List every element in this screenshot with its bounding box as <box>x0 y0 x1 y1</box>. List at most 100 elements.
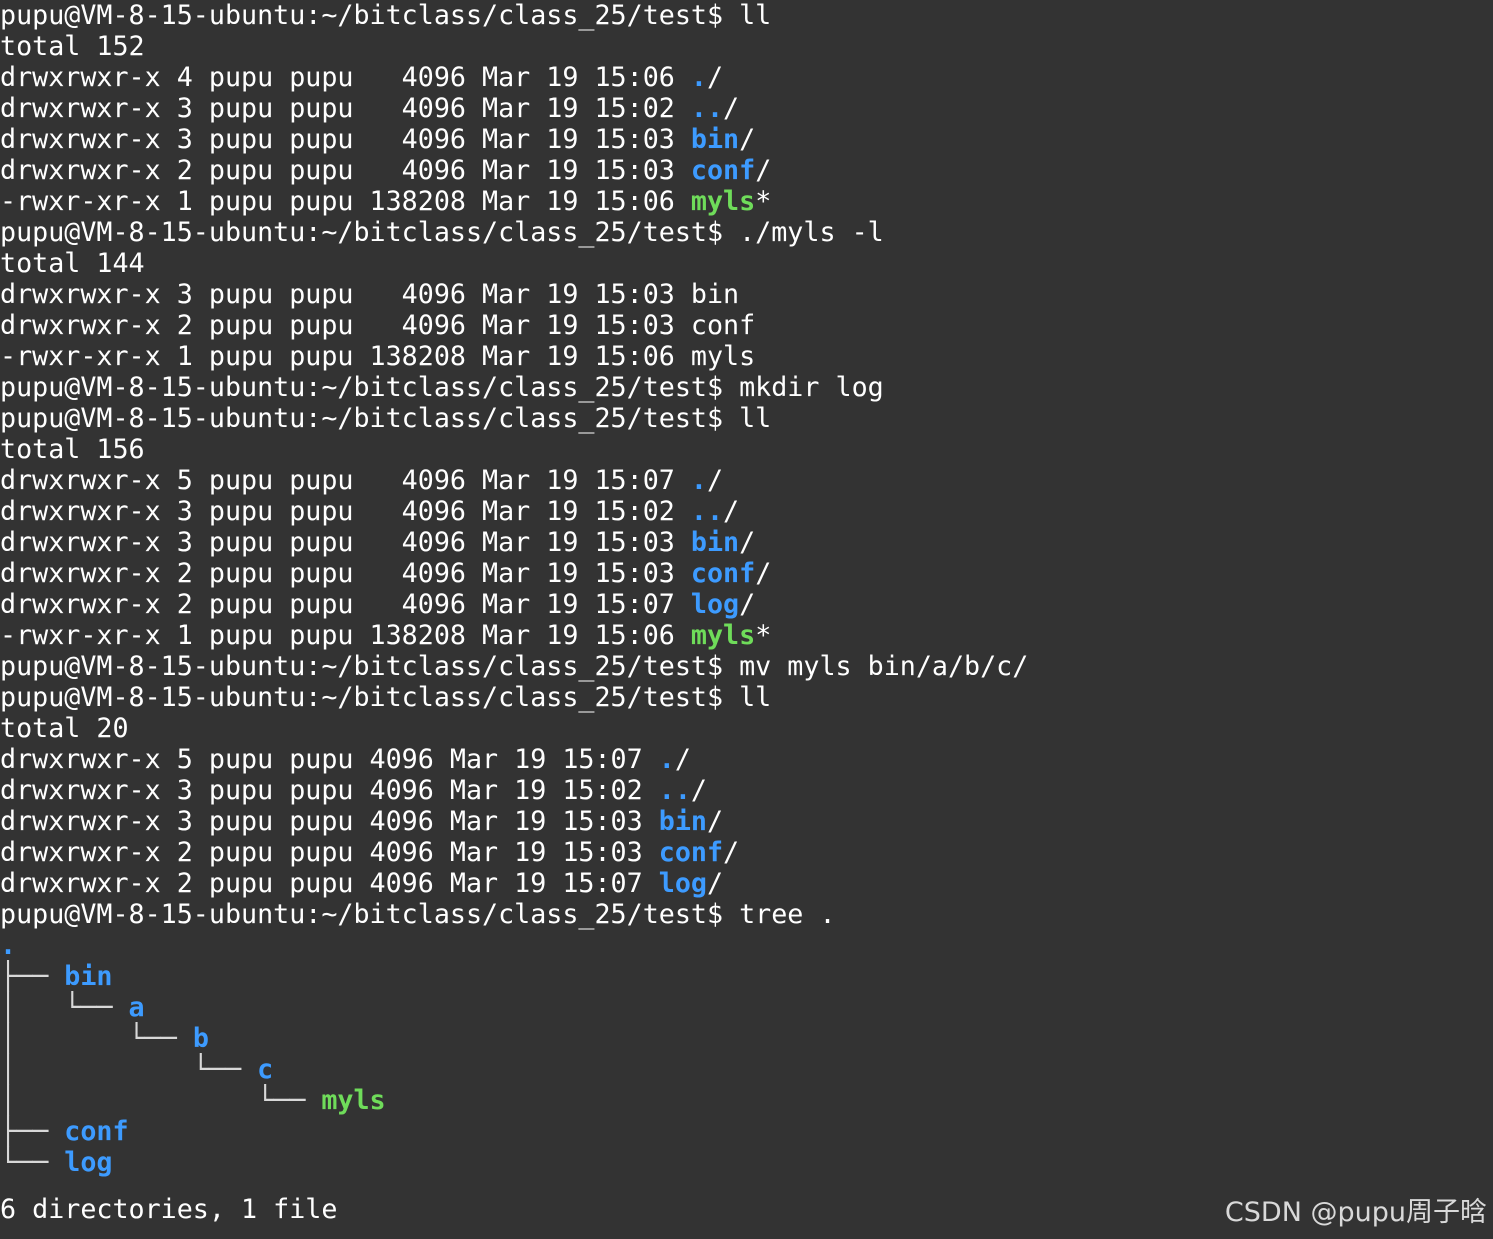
entry-suffix: * <box>755 186 772 217</box>
output-line: drwxrwxr-x 2 pupu pupu 4096 Mar 19 15:03… <box>0 310 1493 341</box>
tree-branch: │ └── <box>0 1023 193 1054</box>
entry-metadata: drwxrwxr-x 2 pupu pupu 4096 Mar 19 15:03 <box>0 837 659 868</box>
tree-branch: ├── <box>0 1116 65 1147</box>
executable-name: myls <box>690 186 756 217</box>
terminal-window[interactable]: pupu@VM-8-15-ubuntu:~/bitclass/class_25/… <box>0 0 1493 1239</box>
entry-suffix: / <box>739 589 756 620</box>
shell-prompt: pupu@VM-8-15-ubuntu:~/bitclass/class_25/… <box>0 403 724 434</box>
listing-entry: drwxrwxr-x 2 pupu pupu 4096 Mar 19 15:03… <box>0 558 1493 589</box>
shell-prompt: pupu@VM-8-15-ubuntu:~/bitclass/class_25/… <box>0 217 724 248</box>
shell-prompt: pupu@VM-8-15-ubuntu:~/bitclass/class_25/… <box>0 682 724 713</box>
output-line: total 156 <box>0 434 1493 465</box>
directory-name: conf <box>658 837 724 868</box>
tree-node: │ └── myls <box>0 1085 1493 1116</box>
tree-node: │ └── c <box>0 1054 1493 1085</box>
entry-metadata: drwxrwxr-x 2 pupu pupu 4096 Mar 19 15:07 <box>0 868 659 899</box>
tree-branch: │ └── <box>0 1085 322 1116</box>
entry-metadata: drwxrwxr-x 5 pupu pupu 4096 Mar 19 15:07 <box>0 744 659 775</box>
tree-branch: ├── <box>0 961 65 992</box>
tree-directory-name: . <box>0 930 17 961</box>
output-text: drwxrwxr-x 2 pupu pupu 4096 Mar 19 15:03… <box>0 310 756 341</box>
shell-command: mkdir log <box>739 372 884 403</box>
tree-node: │ └── a <box>0 992 1493 1023</box>
entry-metadata: -rwxr-xr-x 1 pupu pupu 138208 Mar 19 15:… <box>0 186 691 217</box>
directory-name: bin <box>658 806 707 837</box>
directory-name: bin <box>690 527 740 558</box>
entry-suffix: / <box>739 124 756 155</box>
prompt-line: pupu@VM-8-15-ubuntu:~/bitclass/class_25/… <box>0 403 1493 434</box>
entry-metadata: drwxrwxr-x 3 pupu pupu 4096 Mar 19 15:02 <box>0 775 659 806</box>
directory-name: . <box>690 62 707 93</box>
entry-suffix: / <box>755 155 772 186</box>
entry-suffix: / <box>706 806 724 837</box>
entry-metadata: drwxrwxr-x 4 pupu pupu 4096 Mar 19 15:06 <box>0 62 691 93</box>
listing-entry: drwxrwxr-x 3 pupu pupu 4096 Mar 19 15:02… <box>0 775 1493 806</box>
prompt-line: pupu@VM-8-15-ubuntu:~/bitclass/class_25/… <box>0 899 1493 930</box>
output-text: drwxrwxr-x 3 pupu pupu 4096 Mar 19 15:03… <box>0 279 740 310</box>
directory-name: .. <box>690 496 724 527</box>
entry-suffix: / <box>706 62 724 93</box>
listing-entry: drwxrwxr-x 3 pupu pupu 4096 Mar 19 15:03… <box>0 806 1493 837</box>
output-text: total 144 <box>0 248 145 279</box>
listing-entry: drwxrwxr-x 2 pupu pupu 4096 Mar 19 15:07… <box>0 868 1493 899</box>
entry-suffix: / <box>723 837 740 868</box>
tree-directory-name: log <box>64 1147 113 1178</box>
listing-entry: drwxrwxr-x 5 pupu pupu 4096 Mar 19 15:07… <box>0 465 1493 496</box>
prompt-line: pupu@VM-8-15-ubuntu:~/bitclass/class_25/… <box>0 682 1493 713</box>
shell-prompt: pupu@VM-8-15-ubuntu:~/bitclass/class_25/… <box>0 0 724 31</box>
tree-branch: │ └── <box>0 1054 258 1085</box>
entry-suffix: / <box>706 465 724 496</box>
listing-entry: drwxrwxr-x 2 pupu pupu 4096 Mar 19 15:03… <box>0 837 1493 868</box>
tree-file-name: myls <box>321 1085 386 1116</box>
tree-directory-name: conf <box>64 1116 129 1147</box>
output-text: 6 directories, 1 file <box>0 1194 338 1225</box>
entry-metadata: drwxrwxr-x 2 pupu pupu 4096 Mar 19 15:03 <box>0 558 691 589</box>
output-text: total 156 <box>0 434 145 465</box>
entry-metadata: drwxrwxr-x 2 pupu pupu 4096 Mar 19 15:07 <box>0 589 691 620</box>
shell-prompt: pupu@VM-8-15-ubuntu:~/bitclass/class_25/… <box>0 899 724 930</box>
output-text: -rwxr-xr-x 1 pupu pupu 138208 Mar 19 15:… <box>0 341 756 372</box>
entry-suffix: / <box>723 93 740 124</box>
listing-entry: drwxrwxr-x 5 pupu pupu 4096 Mar 19 15:07… <box>0 744 1493 775</box>
csdn-watermark: CSDN @pupu周子晗 <box>1224 1197 1487 1228</box>
entry-metadata: -rwxr-xr-x 1 pupu pupu 138208 Mar 19 15:… <box>0 620 691 651</box>
directory-name: log <box>658 868 707 899</box>
listing-entry: -rwxr-xr-x 1 pupu pupu 138208 Mar 19 15:… <box>0 186 1493 217</box>
tree-node: │ └── b <box>0 1023 1493 1054</box>
directory-name: conf <box>690 155 756 186</box>
output-text: total 20 <box>0 713 129 744</box>
tree-directory-name: c <box>257 1054 274 1085</box>
prompt-line: pupu@VM-8-15-ubuntu:~/bitclass/class_25/… <box>0 217 1493 248</box>
tree-node: └── log <box>0 1147 1493 1178</box>
shell-command: tree . <box>739 899 836 930</box>
entry-suffix: / <box>755 558 772 589</box>
tree-node: ├── bin <box>0 961 1493 992</box>
directory-name: . <box>690 465 707 496</box>
shell-command: ./myls -l <box>739 217 884 248</box>
listing-entry: -rwxr-xr-x 1 pupu pupu 138208 Mar 19 15:… <box>0 620 1493 651</box>
output-line: total 20 <box>0 713 1493 744</box>
prompt-line: pupu@VM-8-15-ubuntu:~/bitclass/class_25/… <box>0 372 1493 403</box>
listing-entry: drwxrwxr-x 3 pupu pupu 4096 Mar 19 15:02… <box>0 93 1493 124</box>
entry-metadata: drwxrwxr-x 3 pupu pupu 4096 Mar 19 15:02 <box>0 496 691 527</box>
entry-suffix: * <box>755 620 772 651</box>
listing-entry: drwxrwxr-x 3 pupu pupu 4096 Mar 19 15:02… <box>0 496 1493 527</box>
tree-node: . <box>0 930 1493 961</box>
shell-command: mv myls bin/a/b/c/ <box>739 651 1029 682</box>
tree-branch: │ └── <box>0 992 129 1023</box>
listing-entry: drwxrwxr-x 2 pupu pupu 4096 Mar 19 15:03… <box>0 155 1493 186</box>
listing-entry: drwxrwxr-x 4 pupu pupu 4096 Mar 19 15:06… <box>0 62 1493 93</box>
directory-name: . <box>658 744 675 775</box>
entry-metadata: drwxrwxr-x 3 pupu pupu 4096 Mar 19 15:03 <box>0 527 691 558</box>
shell-prompt: pupu@VM-8-15-ubuntu:~/bitclass/class_25/… <box>0 651 724 682</box>
output-line: -rwxr-xr-x 1 pupu pupu 138208 Mar 19 15:… <box>0 341 1493 372</box>
shell-command: ll <box>739 403 772 434</box>
tree-directory-name: bin <box>64 961 113 992</box>
output-text: total 152 <box>0 31 145 62</box>
entry-suffix: / <box>723 496 740 527</box>
tree-directory-name: b <box>192 1023 209 1054</box>
entry-metadata: drwxrwxr-x 3 pupu pupu 4096 Mar 19 15:03 <box>0 124 691 155</box>
directory-name: log <box>690 589 740 620</box>
tree-directory-name: a <box>128 992 145 1023</box>
shell-command: ll <box>739 0 772 31</box>
